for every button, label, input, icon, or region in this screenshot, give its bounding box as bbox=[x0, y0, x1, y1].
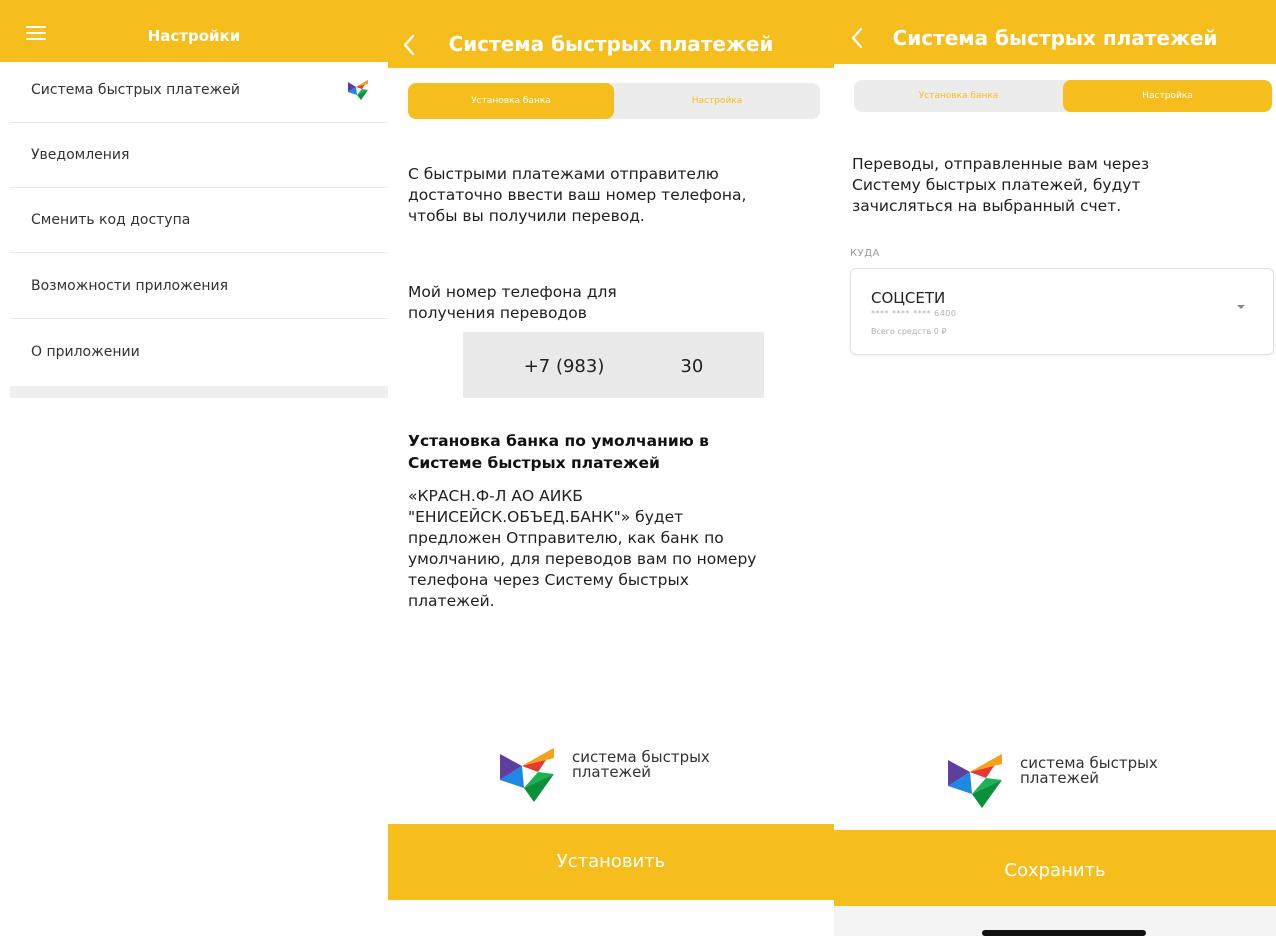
tab-settings[interactable]: Настройка bbox=[1063, 80, 1272, 112]
intro-text: С быстрыми платежами отправителю достато… bbox=[408, 165, 747, 225]
sbp-logo: система быстрых платежей bbox=[948, 750, 1188, 810]
account-name: СОЦСЕТИ bbox=[871, 289, 946, 307]
page-title: Система быстрых платежей bbox=[892, 26, 1218, 50]
home-indicator-area bbox=[834, 906, 1276, 936]
tab-switcher: Установка банка Настройка bbox=[854, 80, 1272, 112]
bank-setup-screen: Система быстрых платежей Установка банка… bbox=[388, 0, 834, 936]
settings-item-sbp[interactable]: Система быстрых платежей bbox=[10, 58, 388, 123]
bank-setup-header: Система быстрых платежей bbox=[388, 0, 834, 68]
sbp-logo-icon bbox=[948, 754, 1002, 808]
tab-switcher: Установка банка Настройка bbox=[408, 83, 820, 119]
list-divider bbox=[10, 386, 388, 398]
settings-item-change-passcode[interactable]: Сменить код доступа bbox=[10, 188, 388, 253]
tab-settings[interactable]: Настройка bbox=[614, 83, 820, 119]
destination-label: КУДА bbox=[850, 248, 880, 259]
default-bank-description: «КРАСН.Ф-Л АО АИКБ "ЕНИСЕЙСК.ОБЪЕД.БАНК"… bbox=[408, 487, 757, 610]
page-title: Система быстрых платежей bbox=[448, 32, 774, 56]
settings-item-about[interactable]: О приложении bbox=[10, 320, 388, 385]
page-title: Настройки bbox=[147, 27, 241, 45]
sbp-logo: система быстрых платежей bbox=[500, 744, 740, 804]
sbp-logo-text: система быстрых платежей bbox=[572, 748, 710, 781]
phone-label: Мой номер телефона для получения перевод… bbox=[408, 283, 617, 322]
settings-header: Настройки bbox=[0, 0, 388, 62]
install-button[interactable]: Установить bbox=[388, 824, 834, 900]
settings-item-label: Уведомления bbox=[31, 147, 130, 163]
settings-item-label: О приложении bbox=[31, 344, 140, 360]
settings-item-label: Система быстрых платежей bbox=[31, 82, 240, 98]
account-select[interactable]: СОЦСЕТИ **** **** **** 6400 Всего средст… bbox=[850, 268, 1274, 355]
sbp-logo-icon bbox=[348, 80, 368, 100]
save-button[interactable]: Сохранить bbox=[834, 830, 1276, 906]
tab-bank-setup[interactable]: Установка банка bbox=[854, 80, 1063, 112]
settings-item-app-features[interactable]: Возможности приложения bbox=[10, 254, 388, 319]
sbp-logo-icon bbox=[500, 748, 554, 802]
sbp-logo-text: система быстрых платежей bbox=[1020, 754, 1158, 787]
phone-number-value: +7 (983) 30 bbox=[523, 356, 704, 377]
intro-text: Переводы, отправленные вам через Систему… bbox=[852, 155, 1150, 215]
default-bank-heading: Установка банка по умолчанию в Системе б… bbox=[408, 432, 709, 472]
sbp-settings-header: Система быстрых платежей bbox=[834, 0, 1276, 64]
settings-screen: Настройки Система быстрых платежей Уведо… bbox=[0, 0, 388, 936]
phone-number-field[interactable]: +7 (983) 30 bbox=[463, 332, 764, 398]
tab-bank-setup[interactable]: Установка банка bbox=[408, 83, 614, 119]
home-indicator[interactable] bbox=[982, 930, 1146, 936]
settings-item-label: Сменить код доступа bbox=[31, 212, 191, 228]
account-number: **** **** **** 6400 bbox=[871, 309, 957, 318]
settings-item-notifications[interactable]: Уведомления bbox=[10, 123, 388, 188]
account-balance: Всего средств 0 ₽ bbox=[871, 327, 947, 336]
dropdown-caret-icon bbox=[1237, 305, 1245, 309]
settings-item-label: Возможности приложения bbox=[31, 278, 229, 294]
sbp-settings-screen: Система быстрых платежей Установка банка… bbox=[834, 0, 1276, 936]
